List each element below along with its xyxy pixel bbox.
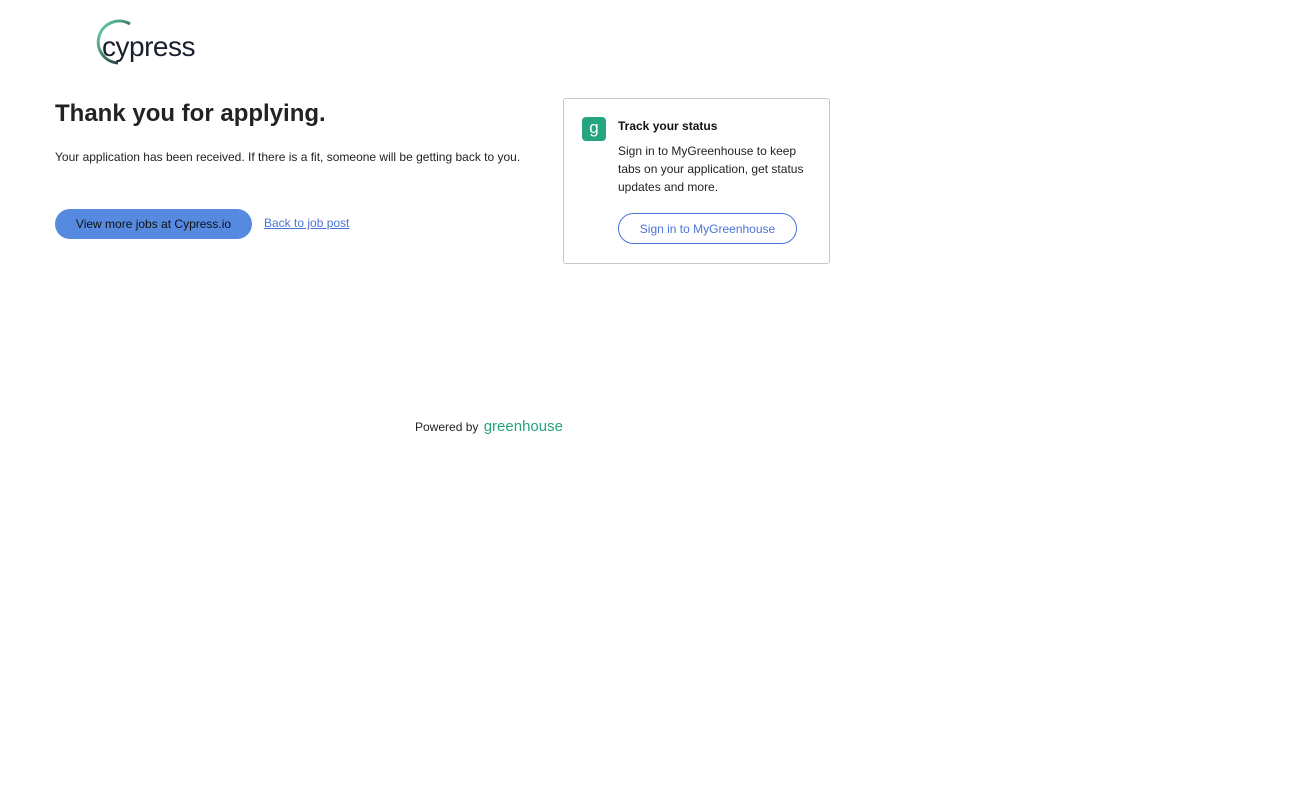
card-title: Track your status xyxy=(618,119,718,133)
logo-text: cypress xyxy=(102,31,195,62)
back-to-job-post-link[interactable]: Back to job post xyxy=(264,216,349,230)
page-title: Thank you for applying. xyxy=(55,100,326,127)
confirmation-message: Your application has been received. If t… xyxy=(55,150,521,164)
greenhouse-logo[interactable]: greenhouse xyxy=(484,418,563,435)
greenhouse-icon: g xyxy=(582,117,606,141)
sign-in-mygreenhouse-button[interactable]: Sign in to MyGreenhouse xyxy=(618,213,797,244)
track-status-card: g Track your status Sign in to MyGreenho… xyxy=(563,98,830,264)
view-more-jobs-button[interactable]: View more jobs at Cypress.io xyxy=(55,209,252,239)
cypress-logo[interactable]: cypress xyxy=(94,18,214,66)
card-description: Sign in to MyGreenhouse to keep tabs on … xyxy=(618,144,804,194)
powered-by: Powered by greenhouse xyxy=(415,418,563,435)
powered-by-label: Powered by xyxy=(415,420,479,434)
